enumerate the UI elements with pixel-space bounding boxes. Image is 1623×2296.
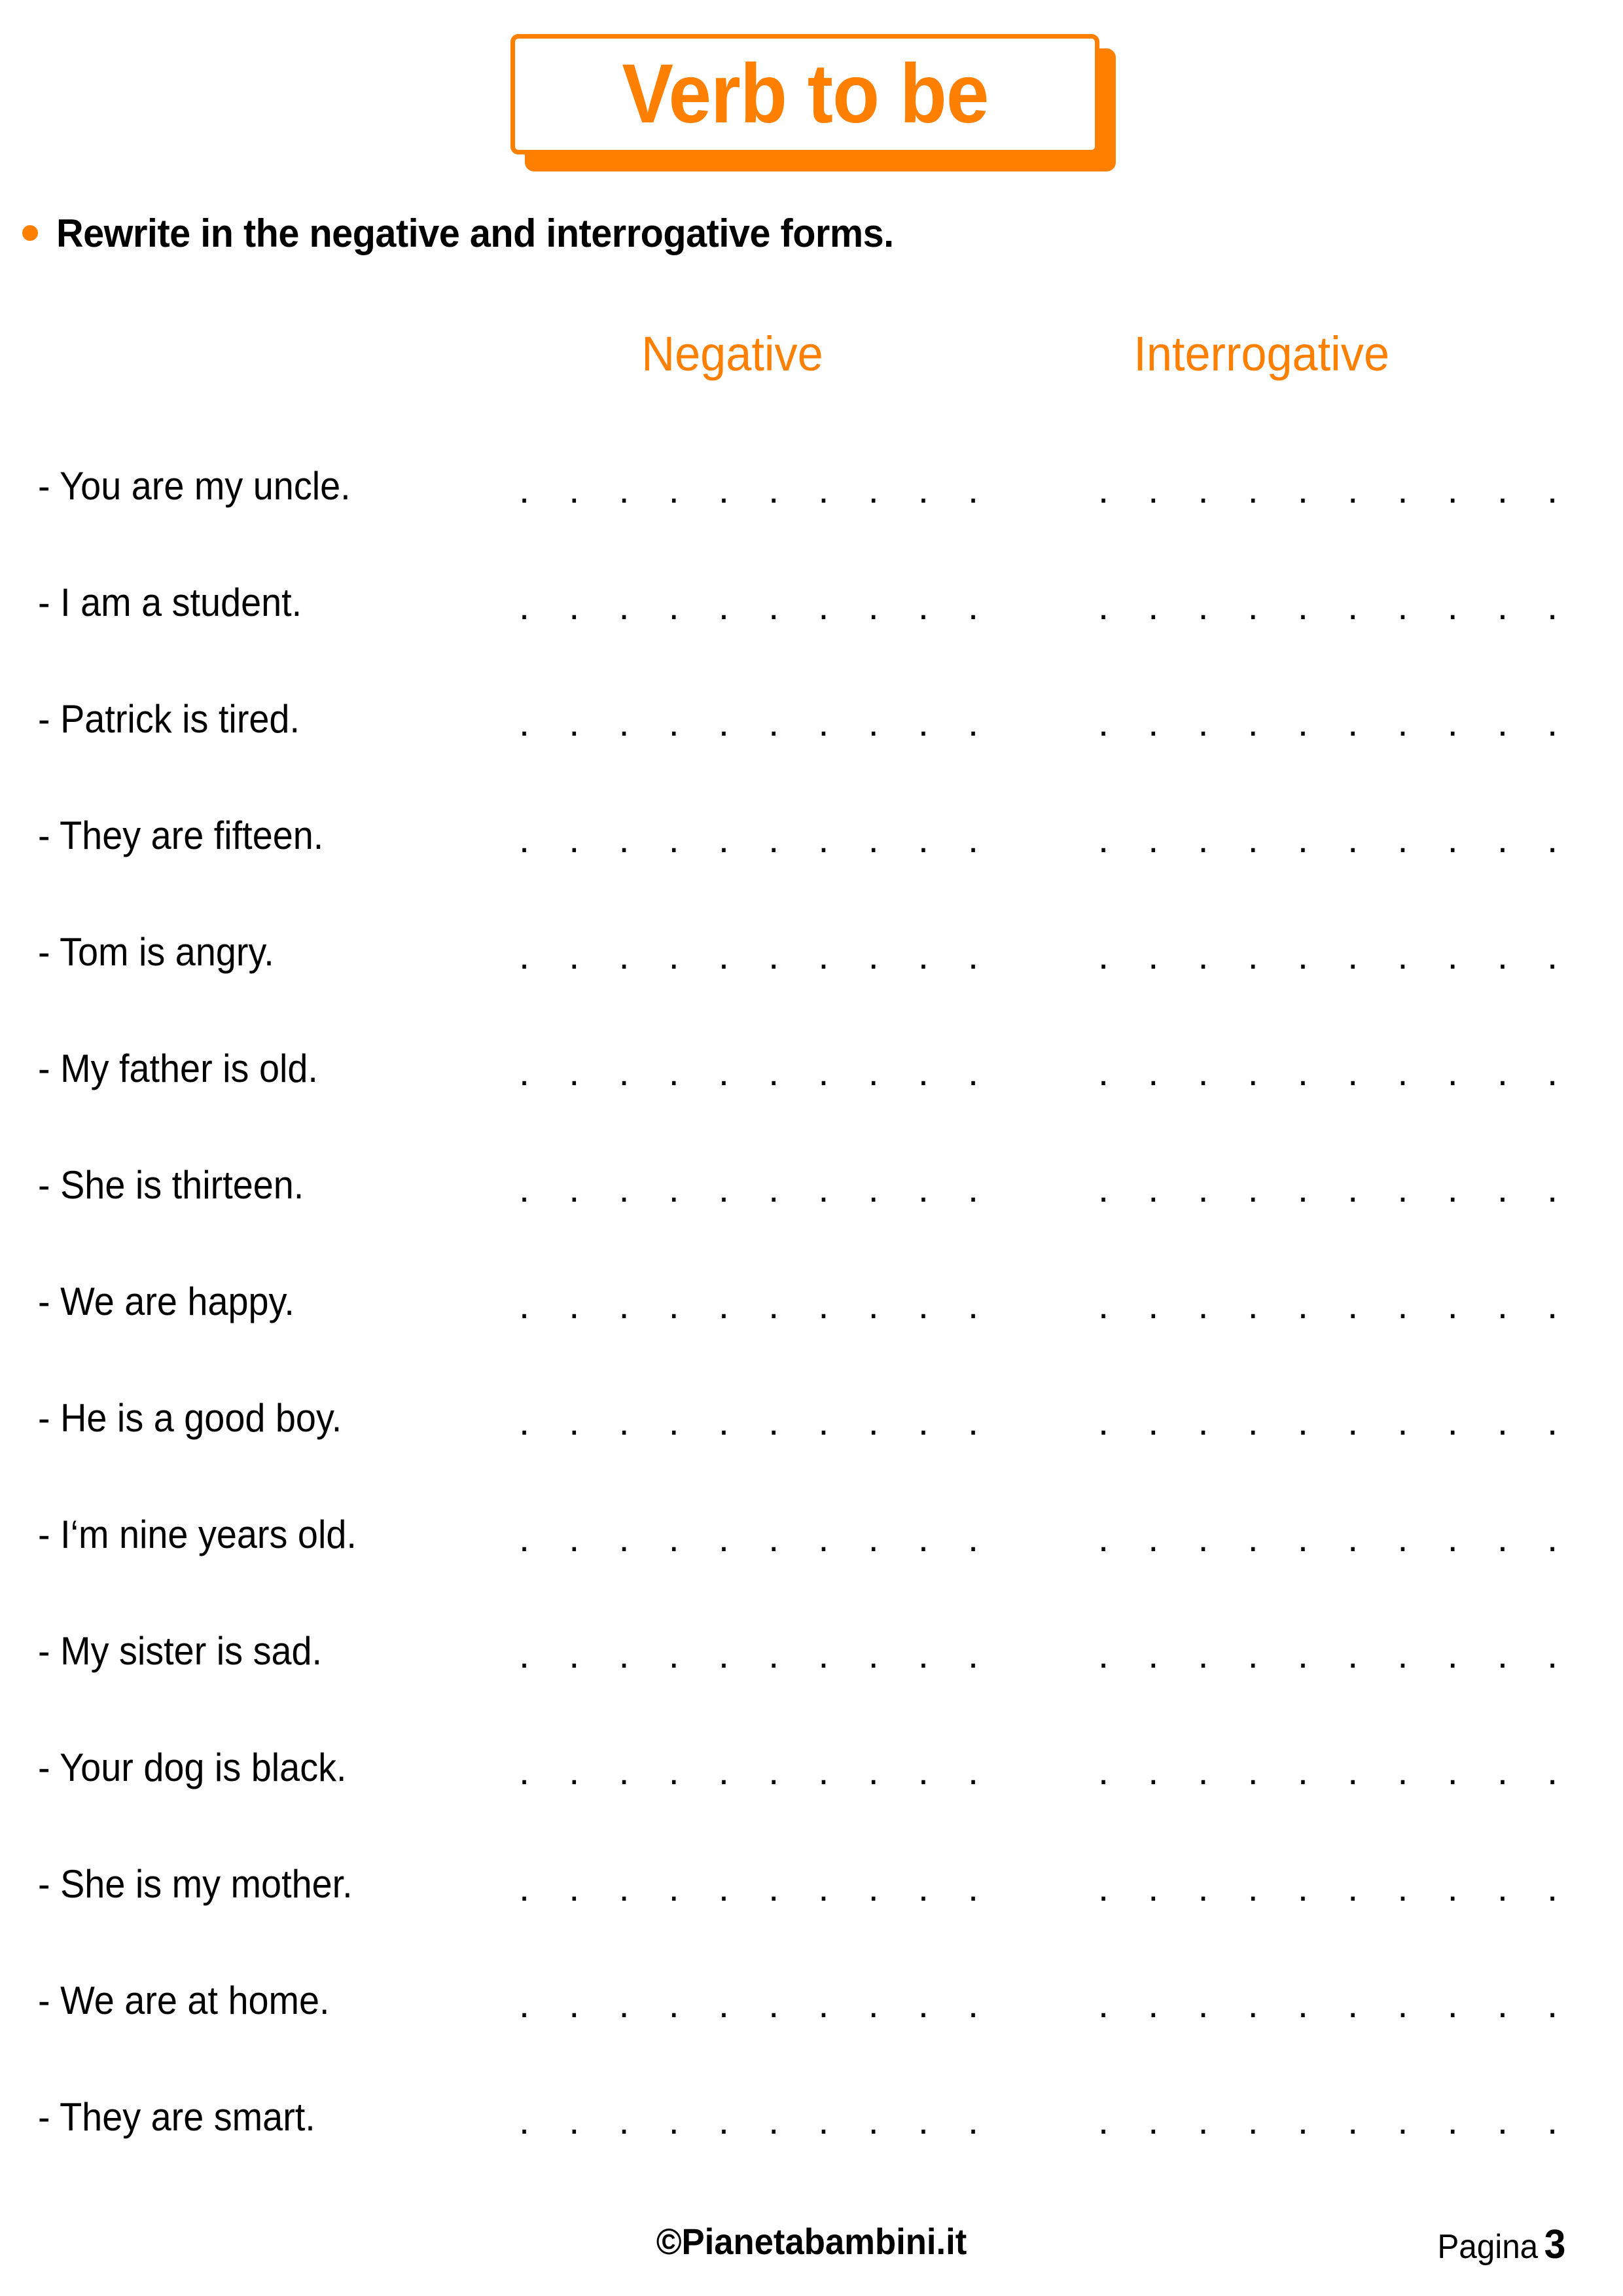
interrogative-answer-line[interactable]: . . . . . . . . . . . . . . . . . . .	[1098, 831, 1564, 853]
interrogative-answer-line[interactable]: . . . . . . . . . . . . . . . . . . .	[1098, 2113, 1564, 2135]
exercise-sentence: - My father is old.	[38, 1047, 318, 1090]
interrogative-answer-line[interactable]: . . . . . . . . . . . . . . . . . . .	[1098, 598, 1564, 620]
pagina-word: Pagina	[1436, 2228, 1538, 2266]
exercise-sentence: - My sister is sad.	[38, 1629, 323, 1673]
negative-answer-line[interactable]: . . . . . . . . . . . . . . . . . . .	[519, 2113, 1003, 2135]
column-header-negative: Negative	[641, 327, 823, 381]
exercise-sentence: - I‘m nine years old.	[38, 1513, 357, 1556]
exercise-row: - My father is old. . . . . . . . . . . .…	[0, 1041, 1623, 1157]
exercise-row: - She is my mother. . . . . . . . . . . .…	[0, 1856, 1623, 1973]
copyright-text: ©Pianetabambini.it	[656, 2221, 967, 2262]
negative-answer-line[interactable]: . . . . . . . . . . . . . . . . . . .	[519, 1297, 1003, 1319]
interrogative-answer-line[interactable]: . . . . . . . . . . . . . . . . . . .	[1098, 1996, 1564, 2018]
negative-answer-line[interactable]: . . . . . . . . . . . . . . . . . . .	[519, 1064, 1003, 1086]
interrogative-answer-line[interactable]: . . . . . . . . . . . . . . . . . . .	[1098, 1181, 1564, 1203]
interrogative-answer-line[interactable]: . . . . . . . . . . . . . . . . . . .	[1098, 1297, 1564, 1319]
column-headers: Negative Interrogative	[0, 327, 1623, 386]
exercise-sentence: - I am a student.	[38, 581, 302, 624]
negative-answer-line[interactable]: . . . . . . . . . . . . . . . . . . .	[519, 1181, 1003, 1203]
interrogative-answer-line[interactable]: . . . . . . . . . . . . . . . . . . .	[1098, 1880, 1564, 1902]
negative-answer-line[interactable]: . . . . . . . . . . . . . . . . . . .	[519, 715, 1003, 737]
exercise-sentence: - You are my uncle.	[38, 464, 351, 508]
interrogative-answer-line[interactable]: . . . . . . . . . . . . . . . . . . .	[1098, 1647, 1564, 1669]
title-banner-box: Verb to be	[510, 34, 1099, 154]
exercise-sentence: - She is thirteen.	[38, 1163, 304, 1207]
interrogative-answer-line[interactable]: . . . . . . . . . . . . . . . . . . .	[1098, 482, 1564, 504]
instruction-text: Rewrite in the negative and interrogativ…	[56, 211, 894, 255]
instruction-row: Rewrite in the negative and interrogativ…	[22, 207, 929, 259]
exercise-sentence: - He is a good boy.	[38, 1396, 342, 1440]
exercise-sentence: - Tom is angry.	[38, 930, 274, 974]
exercise-row: - We are happy. . . . . . . . . . . . . .…	[0, 1274, 1623, 1390]
interrogative-answer-line[interactable]: . . . . . . . . . . . . . . . . . . .	[1098, 1530, 1564, 1552]
interrogative-answer-line[interactable]: . . . . . . . . . . . . . . . . . . .	[1098, 948, 1564, 970]
negative-answer-line[interactable]: . . . . . . . . . . . . . . . . . . .	[519, 1880, 1003, 1902]
exercise-row: - I‘m nine years old. . . . . . . . . . .…	[0, 1507, 1623, 1623]
negative-answer-line[interactable]: . . . . . . . . . . . . . . . . . . .	[519, 1414, 1003, 1436]
negative-answer-line[interactable]: . . . . . . . . . . . . . . . . . . .	[519, 1996, 1003, 2018]
page-footer: ©Pianetabambini.it Pagina 3	[0, 2220, 1623, 2292]
exercise-sentence: - Patrick is tired.	[38, 697, 300, 741]
exercise-row: - My sister is sad. . . . . . . . . . . .…	[0, 1623, 1623, 1740]
exercise-sentence: - They are smart.	[38, 2095, 315, 2139]
title-banner: Verb to be	[510, 34, 1116, 171]
negative-answer-line[interactable]: . . . . . . . . . . . . . . . . . . .	[519, 831, 1003, 853]
negative-answer-line[interactable]: . . . . . . . . . . . . . . . . . . .	[519, 1763, 1003, 1785]
column-header-interrogative: Interrogative	[1133, 327, 1390, 381]
negative-answer-line[interactable]: . . . . . . . . . . . . . . . . . . .	[519, 948, 1003, 970]
exercise-row: - Patrick is tired. . . . . . . . . . . .…	[0, 691, 1623, 808]
negative-answer-line[interactable]: . . . . . . . . . . . . . . . . . . .	[519, 1647, 1003, 1669]
interrogative-answer-line[interactable]: . . . . . . . . . . . . . . . . . . .	[1098, 1064, 1564, 1086]
exercise-row: - She is thirteen. . . . . . . . . . . . …	[0, 1157, 1623, 1274]
negative-answer-line[interactable]: . . . . . . . . . . . . . . . . . . .	[519, 482, 1003, 504]
pagina-number: 3	[1544, 2222, 1565, 2267]
page-title: Verb to be	[621, 47, 989, 141]
interrogative-answer-line[interactable]: . . . . . . . . . . . . . . . . . . .	[1098, 1763, 1564, 1785]
exercise-row: - I am a student. . . . . . . . . . . . .…	[0, 575, 1623, 691]
exercise-sentence: - We are happy.	[38, 1280, 294, 1323]
exercise-sentence: - We are at home.	[38, 1979, 330, 2022]
interrogative-answer-line[interactable]: . . . . . . . . . . . . . . . . . . .	[1098, 715, 1564, 737]
negative-answer-line[interactable]: . . . . . . . . . . . . . . . . . . .	[519, 598, 1003, 620]
exercise-row: - Your dog is black. . . . . . . . . . . …	[0, 1740, 1623, 1856]
worksheet-page: Verb to be Rewrite in the negative and i…	[0, 0, 1623, 2296]
page-number-label: Pagina 3	[1437, 2221, 1565, 2268]
exercise-row: - They are smart. . . . . . . . . . . . .…	[0, 2089, 1623, 2206]
exercise-row: - He is a good boy. . . . . . . . . . . .…	[0, 1390, 1623, 1507]
exercise-sentence: - Your dog is black.	[38, 1746, 347, 1789]
exercise-row: - We are at home. . . . . . . . . . . . .…	[0, 1973, 1623, 2089]
interrogative-answer-line[interactable]: . . . . . . . . . . . . . . . . . . .	[1098, 1414, 1564, 1436]
exercise-sentence: - They are fifteen.	[38, 814, 324, 857]
exercise-row: - You are my uncle. . . . . . . . . . . .…	[0, 458, 1623, 575]
bullet-dot-icon	[22, 225, 38, 241]
exercise-sentence: - She is my mother.	[38, 1862, 353, 1906]
negative-answer-line[interactable]: . . . . . . . . . . . . . . . . . . .	[519, 1530, 1003, 1552]
exercise-row: - They are fifteen. . . . . . . . . . . .…	[0, 808, 1623, 924]
exercise-list: - You are my uncle. . . . . . . . . . . .…	[0, 458, 1623, 2206]
exercise-row: - Tom is angry. . . . . . . . . . . . . .…	[0, 924, 1623, 1041]
